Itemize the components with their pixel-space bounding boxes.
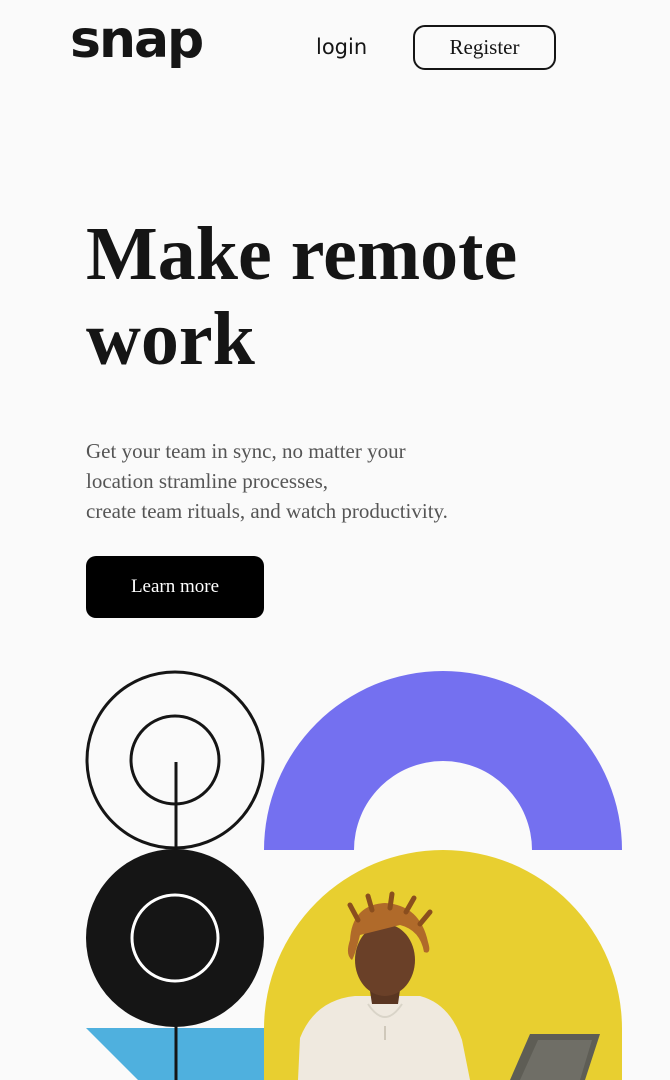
purple-arch-shape <box>264 671 622 850</box>
hero-illustration <box>85 670 622 1080</box>
concentric-rings-icon <box>85 670 265 850</box>
person-photo <box>264 850 622 1080</box>
